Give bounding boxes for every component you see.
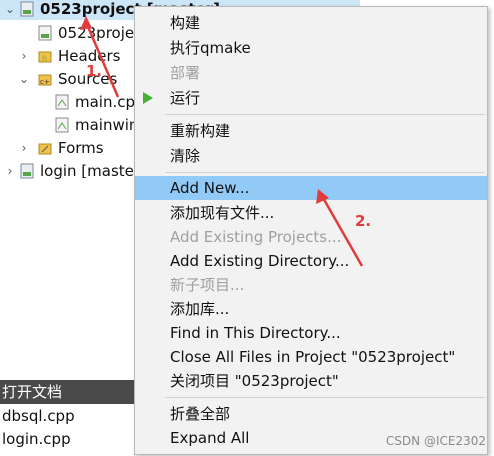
annotation-step-2: 2. [355,212,372,230]
watermark: CSDN @ICE2302 [385,434,486,448]
annotation-arrows [80,16,364,267]
annotation-step-1: 1. [86,62,103,80]
